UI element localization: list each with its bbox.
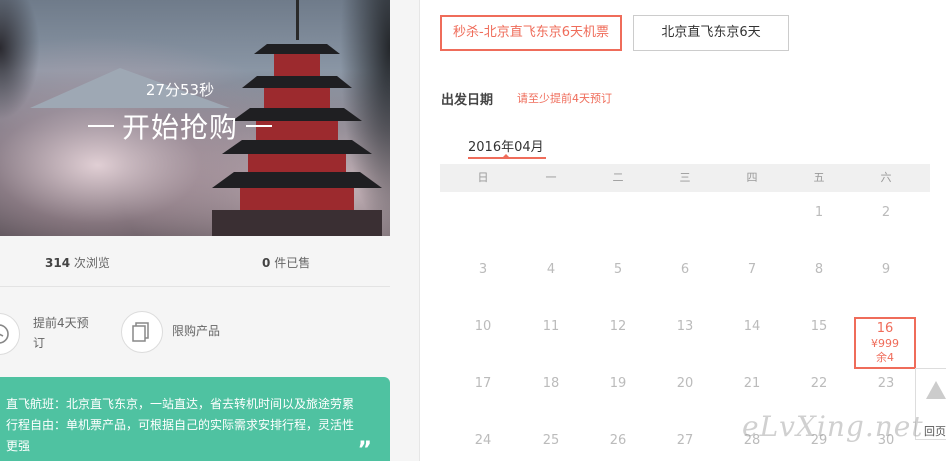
calendar-day[interactable]: 12: [598, 319, 638, 334]
month-caret: [502, 154, 510, 158]
calendar-day[interactable]: 23: [866, 376, 906, 391]
calendar-day[interactable]: 21: [732, 376, 772, 391]
advance-booking-line2: 订: [33, 336, 46, 350]
selected-day-number: 16: [876, 321, 894, 336]
promo-line1: 直飞航班：北京直飞东京，一站直达，省去转机时间以及旅途劳累: [6, 397, 355, 411]
departure-date-label: 出发日期: [441, 93, 494, 108]
calendar-day[interactable]: 4: [531, 262, 571, 277]
back-to-top-label: 回页: [924, 425, 946, 438]
promo-text: 直飞航班：北京直飞东京，一站直达，省去转机时间以及旅途劳累 行程自由：单机票产品…: [6, 394, 354, 457]
calendar-month[interactable]: 2016年04月: [468, 136, 544, 155]
calendar-day[interactable]: 1: [799, 205, 839, 220]
weekday-thu: 四: [746, 171, 758, 184]
calendar-day[interactable]: 11: [531, 319, 571, 334]
calendar-day[interactable]: 5: [598, 262, 638, 277]
title-dash-right: [246, 125, 272, 127]
calendar-day[interactable]: 25: [531, 433, 571, 448]
departure-date-note: 请至少提前4天预订: [517, 92, 612, 105]
calendar-day[interactable]: 22: [799, 376, 839, 391]
weekday-mon: 一: [545, 171, 557, 184]
calendar-day[interactable]: 15: [799, 319, 839, 334]
site-watermark: eLvXing.net: [742, 410, 924, 443]
hero-image: 27分53秒 开始抢购: [0, 0, 390, 236]
calendar-day[interactable]: 10: [463, 319, 503, 334]
calendar-day[interactable]: 14: [732, 319, 772, 334]
promo-line2: 行程自由：单机票产品，可根据自己的实际需求安排行程，灵活性: [6, 418, 355, 432]
weekday-sun: 日: [477, 171, 489, 184]
sale-start-title: 开始抢购: [0, 106, 360, 146]
calendar-day[interactable]: 24: [463, 433, 503, 448]
sold-count: 0: [262, 256, 271, 270]
booking-panel: 秒杀-北京直飞东京6天机票 北京直飞东京6天 出发日期 请至少提前4天预订 20…: [420, 0, 946, 461]
product-stats: 314 次浏览 0 件已售: [0, 236, 390, 287]
weekday-sat: 六: [880, 171, 892, 184]
tree-shadow-left: [0, 0, 40, 120]
tab-flash-sale-ticket[interactable]: 秒杀-北京直飞东京6天机票: [440, 15, 622, 51]
views-label: 次浏览: [73, 256, 110, 270]
calendar-day[interactable]: 7: [732, 262, 772, 277]
calendar-day[interactable]: 9: [866, 262, 906, 277]
sold-label: 件已售: [274, 256, 311, 270]
calendar-day[interactable]: 20: [665, 376, 705, 391]
calendar-day[interactable]: 26: [598, 433, 638, 448]
product-panel: 27分53秒 开始抢购 314 次浏览 0 件已售 提前4天预 订 限购产品 直…: [0, 0, 420, 461]
selected-day-price: ¥999: [871, 337, 899, 350]
weekday-header: 日 一 二 三 四 五 六: [440, 164, 930, 192]
product-features: 提前4天预 订 限购产品: [0, 288, 390, 368]
quote-mark: ”: [357, 438, 372, 461]
sold-stat: 0 件已售: [262, 254, 310, 271]
calendar-day[interactable]: 3: [463, 262, 503, 277]
calendar-day[interactable]: 18: [531, 376, 571, 391]
promo-line3: 更强: [6, 439, 31, 453]
calendar-day[interactable]: 6: [665, 262, 705, 277]
selected-day-cell[interactable]: 16 ¥999 余4: [854, 317, 916, 369]
promo-box: 直飞航班：北京直飞东京，一站直达，省去转机时间以及旅途劳累 行程自由：单机票产品…: [0, 377, 390, 461]
calendar-day[interactable]: 19: [598, 376, 638, 391]
weekday-wed: 三: [679, 171, 691, 184]
arrow-up-icon: [926, 381, 946, 399]
calendar-day[interactable]: 27: [665, 433, 705, 448]
weekday-tue: 二: [612, 171, 624, 184]
calendar-day[interactable]: 17: [463, 376, 503, 391]
purchase-limit-feature: 限购产品: [172, 324, 221, 338]
sale-start-label: 开始抢购: [121, 111, 238, 144]
title-dash-left: [87, 125, 114, 127]
calendar-day[interactable]: 2: [866, 205, 906, 220]
clock-icon: [0, 313, 20, 355]
countdown-timer: 27分53秒: [145, 81, 215, 99]
views-count: 314: [45, 256, 71, 270]
views-stat: 314 次浏览: [45, 254, 110, 271]
advance-booking-feature: 提前4天预 订: [33, 313, 89, 353]
calendar-day[interactable]: 13: [665, 319, 705, 334]
copy-icon: [121, 311, 163, 353]
weekday-fri: 五: [813, 171, 825, 184]
advance-booking-line1: 提前4天预: [33, 316, 89, 330]
selected-day-remaining: 余4: [876, 351, 894, 364]
tab-beijing-tokyo-6days[interactable]: 北京直飞东京6天: [633, 15, 789, 51]
calendar-day[interactable]: 8: [799, 262, 839, 277]
